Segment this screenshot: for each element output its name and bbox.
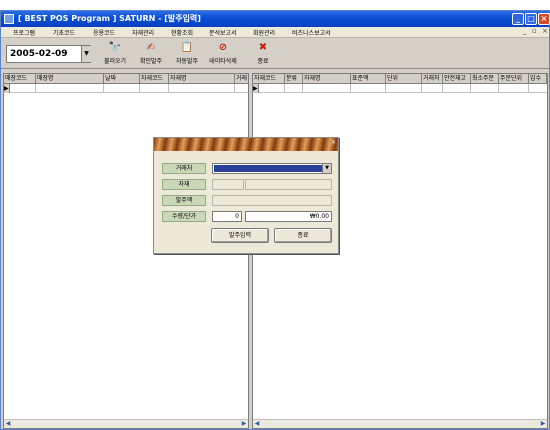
unit-price-input[interactable]: ₩0.00 <box>245 211 332 222</box>
material-name-field[interactable] <box>245 179 332 190</box>
confirm-order-button-label: 확인발주 <box>139 58 163 65</box>
confirm-order-button[interactable]: ✍ 확인발주 <box>134 42 168 66</box>
menu-app-codes[interactable]: 응용코드 <box>93 28 115 37</box>
right-grid-scrollbar[interactable]: ◀ ▶ <box>253 419 547 428</box>
load-button[interactable]: 🔭 불러오기 <box>98 42 132 66</box>
title-bar[interactable]: [ BEST POS Program ] SATURN - [발주입력] _ □… <box>1 11 550 27</box>
right-grid-header: 자재코드 분류 자재명 표준액 단위 거래처 안전재고 최소주문 주문단위 입수 <box>253 74 547 84</box>
table-row[interactable]: ▶ <box>4 84 248 93</box>
exit-button-label: 종료 <box>257 58 269 65</box>
close-button[interactable]: × <box>538 13 550 25</box>
right-col-material-name[interactable]: 자재명 <box>303 74 351 83</box>
vendor-select[interactable]: ▼ <box>212 163 332 174</box>
chevron-down-icon[interactable]: ▼ <box>322 164 331 173</box>
right-col-order-unit[interactable]: 주문단위 <box>499 74 529 83</box>
toolbar: 2005-02-09 ▼ 🔭 불러오기 ✍ 확인발주 📋 자동발주 ⊘ 데이타삭… <box>1 39 549 69</box>
auto-order-icon: 📋 <box>180 42 194 53</box>
menu-program[interactable]: 프로그램 <box>13 28 35 37</box>
right-col-safety-stock[interactable]: 안전재고 <box>443 74 471 83</box>
chevron-down-icon[interactable]: ▼ <box>81 46 91 62</box>
right-col-std-amount[interactable]: 표준액 <box>351 74 386 83</box>
submit-order-button[interactable]: 발주입력 <box>211 228 269 243</box>
scroll-right-icon[interactable]: ▶ <box>240 420 248 428</box>
dialog-close-button[interactable]: 종료 <box>274 228 332 243</box>
menu-bar: 프로그램 기초코드 응용코드 자재관리 현황조회 분석보고서 회원관리 비즈니스… <box>1 27 549 38</box>
menu-status-query[interactable]: 현황조회 <box>171 28 193 37</box>
mdi-restore-button[interactable]: ▫ <box>532 27 537 35</box>
order-amount-field[interactable] <box>212 195 332 206</box>
delete-data-button[interactable]: ⊘ 데이타삭제 <box>204 42 242 66</box>
left-col-material-code[interactable]: 자재코드 <box>140 74 169 83</box>
right-col-qty-per-pack[interactable]: 입수 <box>529 74 547 83</box>
date-value: 2005-02-09 <box>10 49 68 59</box>
vendor-selection-highlight <box>214 165 322 172</box>
right-col-category[interactable]: 분류 <box>285 74 303 83</box>
order-input-dialog: × 거래처 ▼ 자재 발주액 수량/단가 0 ₩0.00 발주입력 종료 <box>153 137 339 254</box>
vendor-label: 거래처 <box>162 163 206 174</box>
qty-price-label: 수량/단가 <box>162 211 206 222</box>
date-picker[interactable]: 2005-02-09 ▼ <box>6 45 91 63</box>
menu-member-mgmt[interactable]: 회원관리 <box>253 28 275 37</box>
scroll-right-icon[interactable]: ▶ <box>539 420 547 428</box>
exit-button[interactable]: ✖ 종료 <box>249 42 277 66</box>
left-col-material-name[interactable]: 자재명 <box>169 74 235 83</box>
quantity-input[interactable]: 0 <box>212 211 242 222</box>
menu-analysis-report[interactable]: 분석보고서 <box>209 28 237 37</box>
dialog-close-icon[interactable]: × <box>330 139 337 146</box>
left-grid-header: 매장코드 매장명 날짜 자재코드 자재명 거래 <box>4 74 248 84</box>
right-col-vendor[interactable]: 거래처 <box>422 74 443 83</box>
order-amount-label: 발주액 <box>162 195 206 206</box>
dialog-title-bar[interactable]: × <box>154 138 338 151</box>
mdi-close-button[interactable]: × <box>542 27 548 35</box>
material-label: 자재 <box>162 179 206 190</box>
load-button-label: 불러오기 <box>103 58 127 65</box>
exit-icon: ✖ <box>258 42 268 53</box>
menu-material-mgmt[interactable]: 자재관리 <box>132 28 154 37</box>
table-row[interactable]: ▶ <box>253 84 547 93</box>
binoculars-icon: 🔭 <box>108 42 122 53</box>
material-code-field[interactable] <box>212 179 244 190</box>
left-grid-scrollbar[interactable]: ◀ ▶ <box>4 419 248 428</box>
auto-order-button[interactable]: 📋 자동발주 <box>170 42 204 66</box>
check-order-icon: ✍ <box>146 42 156 53</box>
window-title: [ BEST POS Program ] SATURN - [발주입력] <box>18 14 201 23</box>
scroll-left-icon[interactable]: ◀ <box>4 420 12 428</box>
mdi-minimize-button[interactable]: _ <box>523 27 527 35</box>
menu-business-report[interactable]: 비즈니스보고서 <box>292 28 331 37</box>
right-col-min-order[interactable]: 최소주문 <box>471 74 499 83</box>
app-icon <box>4 14 14 24</box>
left-col-vendor[interactable]: 거래 <box>235 74 248 83</box>
auto-order-button-label: 자동발주 <box>175 58 199 65</box>
delete-data-icon: ⊘ <box>218 42 228 53</box>
scroll-left-icon[interactable]: ◀ <box>253 420 261 428</box>
delete-data-button-label: 데이타삭제 <box>209 58 237 65</box>
right-col-unit[interactable]: 단위 <box>386 74 422 83</box>
left-col-store-name[interactable]: 매장명 <box>36 74 104 83</box>
left-col-date[interactable]: 날짜 <box>104 74 140 83</box>
right-col-material-code[interactable]: 자재코드 <box>253 74 285 83</box>
minimize-button[interactable]: _ <box>512 13 524 25</box>
maximize-button[interactable]: □ <box>525 13 537 25</box>
left-col-store-code[interactable]: 매장코드 <box>4 74 36 83</box>
menu-basic-codes[interactable]: 기초코드 <box>53 28 75 37</box>
